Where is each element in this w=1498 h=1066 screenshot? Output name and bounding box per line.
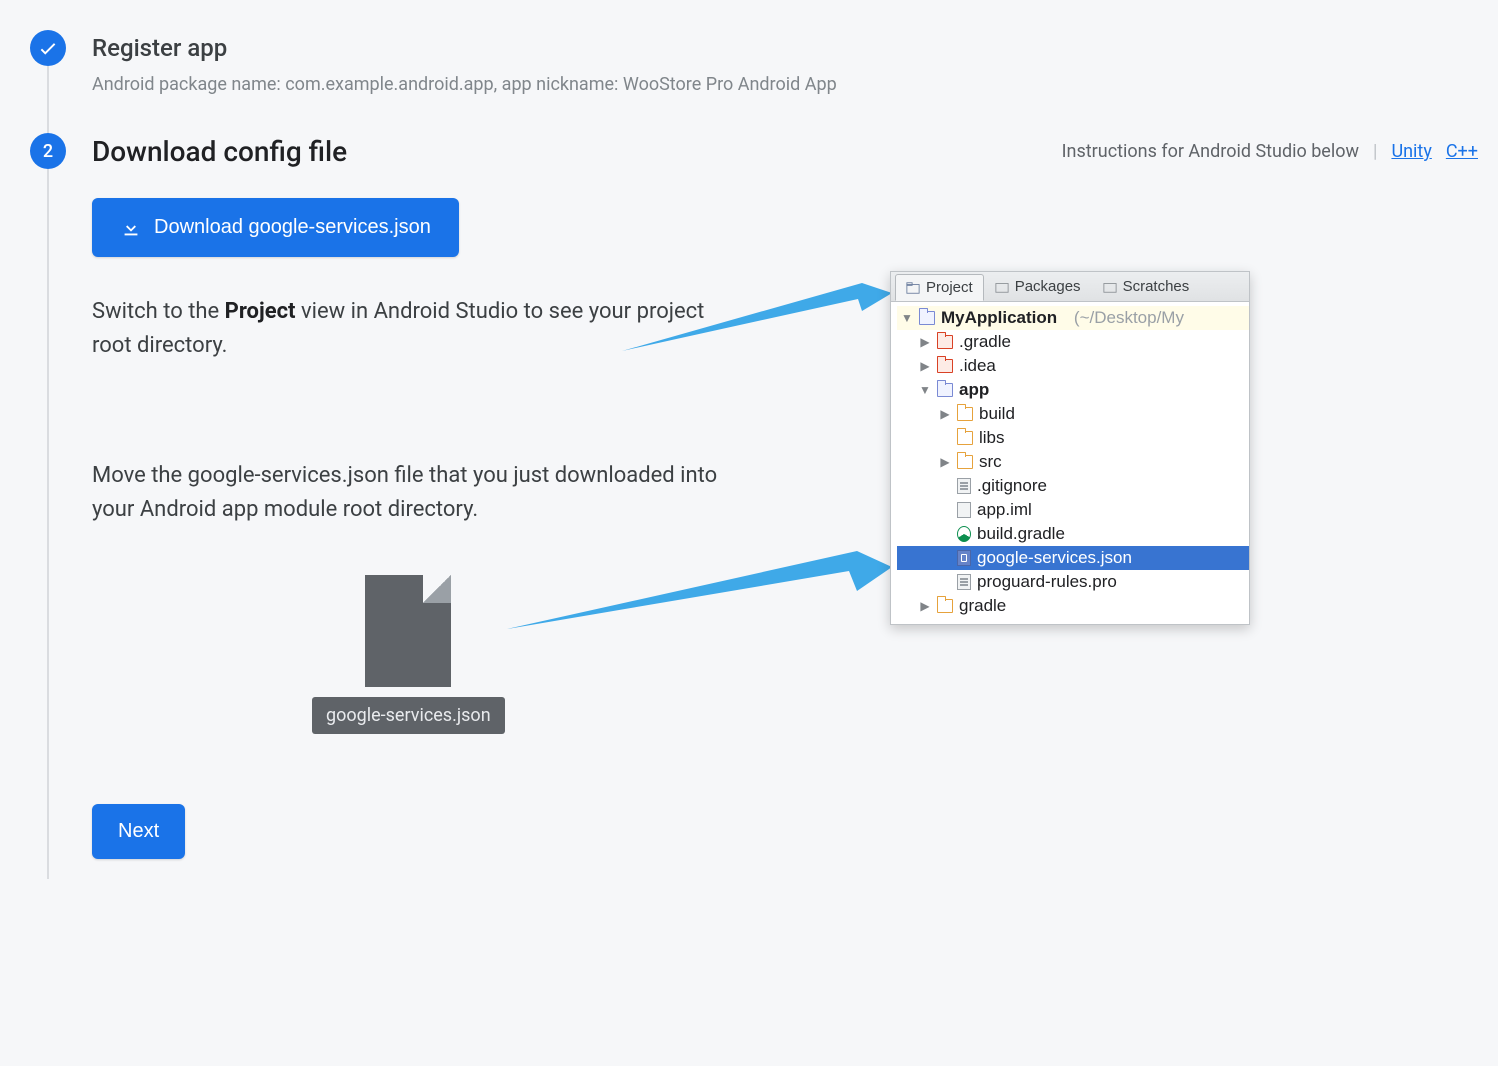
step-connector-line	[47, 169, 49, 879]
next-button[interactable]: Next	[92, 804, 185, 859]
as-tool-sidebar: ⬚ ⬤ Z: Structure ◧ Captures ◐	[890, 302, 891, 624]
as-view-tabs: Project Packages Scratches	[891, 272, 1249, 302]
tree-proguard[interactable]: proguard-rules.pro	[897, 570, 1249, 594]
gradle-icon	[957, 526, 971, 542]
step-register-app: Register app Android package name: com.e…	[30, 30, 1478, 119]
cpp-link[interactable]: C++	[1446, 141, 1478, 162]
folder-icon	[1103, 280, 1117, 294]
tab-packages[interactable]: Packages	[984, 272, 1092, 301]
chevron-right-icon: ▶	[919, 335, 931, 349]
folder-icon	[937, 359, 953, 373]
file-icon	[957, 502, 971, 518]
tree-app-dir[interactable]: ▼app	[897, 378, 1249, 402]
chevron-down-icon: ▼	[901, 311, 913, 325]
step-download-config: 2 Download config file Instructions for …	[30, 133, 1478, 859]
folder-icon	[937, 335, 953, 349]
paragraph-switch-view: Switch to the Project view in Android St…	[92, 295, 732, 363]
step-indicator-done	[30, 30, 66, 66]
step-connector-line	[47, 66, 49, 139]
tree-gradle-dir[interactable]: ▶.gradle	[897, 330, 1249, 354]
folder-icon	[995, 280, 1009, 294]
folder-icon	[957, 407, 973, 421]
file-icon	[957, 478, 971, 494]
folder-icon	[957, 455, 973, 469]
folder-icon	[906, 281, 920, 295]
step-indicator-number: 2	[30, 133, 66, 169]
file-icon-block: google-services.json	[312, 575, 505, 734]
folder-icon	[957, 431, 973, 445]
tree-google-services-json[interactable]: google-services.json	[897, 546, 1249, 570]
project-tree: ▼ MyApplication (~/Desktop/My ▶.gradle ▶…	[891, 302, 1249, 624]
step2-number: 2	[43, 141, 53, 162]
instructions-links: Instructions for Android Studio below | …	[1062, 141, 1478, 162]
module-folder-icon	[937, 383, 953, 397]
next-button-label: Next	[118, 820, 159, 843]
tree-idea-dir[interactable]: ▶.idea	[897, 354, 1249, 378]
paragraph-move-file: Move the google-services.json file that …	[92, 459, 732, 527]
tree-root[interactable]: ▼ MyApplication (~/Desktop/My	[897, 306, 1249, 330]
chevron-right-icon: ▶	[939, 407, 951, 421]
chevron-right-icon: ▶	[919, 359, 931, 373]
json-file-icon	[365, 575, 451, 687]
file-icon	[957, 574, 971, 590]
tree-gradle-root[interactable]: ▶gradle	[897, 594, 1249, 618]
tree-src-dir[interactable]: ▶src	[897, 450, 1249, 474]
download-button[interactable]: Download google-services.json	[92, 198, 459, 257]
separator: |	[1373, 141, 1377, 162]
folder-icon	[937, 599, 953, 613]
tab-scratches[interactable]: Scratches	[1092, 272, 1201, 301]
tree-build-dir[interactable]: ▶build	[897, 402, 1249, 426]
chevron-right-icon: ▶	[939, 455, 951, 469]
step1-subtitle: Android package name: com.example.androi…	[92, 74, 1478, 95]
tree-libs-dir[interactable]: libs	[897, 426, 1249, 450]
step1-title: Register app	[92, 30, 1478, 62]
file-icon-label: google-services.json	[312, 697, 505, 734]
download-icon	[120, 217, 142, 239]
tree-app-iml[interactable]: app.iml	[897, 498, 1249, 522]
checkmark-icon	[37, 37, 59, 59]
android-studio-panel: ⬚ ⬤ Z: Structure ◧ Captures ◐ Project	[890, 271, 1250, 625]
chevron-right-icon: ▶	[919, 599, 931, 613]
instructions-label: Instructions for Android Studio below	[1062, 141, 1359, 162]
download-button-label: Download google-services.json	[154, 216, 431, 239]
chevron-down-icon: ▼	[919, 383, 931, 397]
tree-gitignore[interactable]: .gitignore	[897, 474, 1249, 498]
unity-link[interactable]: Unity	[1391, 141, 1431, 162]
step2-title: Download config file	[92, 135, 347, 168]
module-folder-icon	[919, 311, 935, 325]
json-file-icon	[957, 550, 971, 566]
tree-build-gradle[interactable]: build.gradle	[897, 522, 1249, 546]
tab-project[interactable]: Project	[895, 274, 984, 301]
